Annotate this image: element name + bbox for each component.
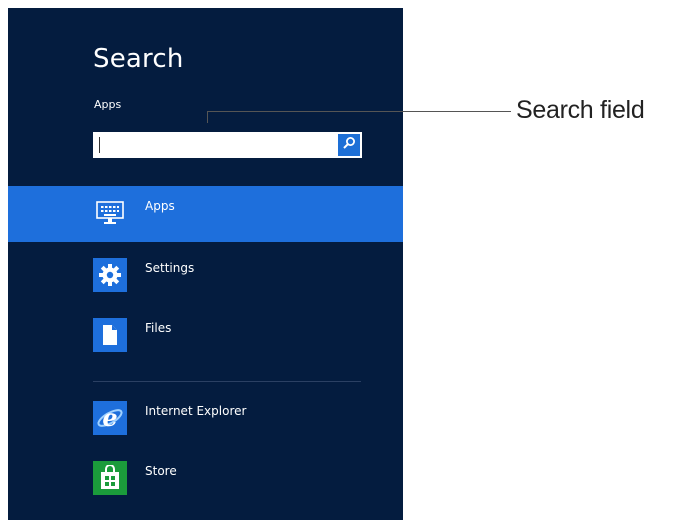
app-internet-explorer[interactable]: e Internet Explorer	[8, 391, 403, 447]
category-files-label: Files	[145, 321, 172, 335]
svg-text:e: e	[102, 403, 117, 432]
search-scope-label: Apps	[94, 98, 122, 111]
text-caret	[99, 137, 100, 153]
divider	[93, 381, 361, 382]
category-apps[interactable]: Apps	[8, 186, 403, 242]
callout-tick	[207, 111, 208, 123]
search-input[interactable]	[93, 132, 362, 158]
callout-label: Search field	[516, 96, 645, 124]
callout-line	[207, 111, 511, 112]
app-store-label: Store	[145, 464, 177, 478]
pane-title: Search	[93, 44, 184, 74]
gear-icon	[93, 258, 127, 292]
search-icon	[342, 136, 356, 155]
search-charm-pane: Search Apps Apps Settings Files e Intern…	[8, 8, 403, 520]
category-apps-label: Apps	[145, 199, 175, 213]
app-store[interactable]: Store	[8, 451, 403, 507]
store-icon	[93, 461, 127, 495]
app-internet-explorer-label: Internet Explorer	[145, 404, 247, 418]
internet-explorer-icon: e	[93, 401, 127, 435]
search-button[interactable]	[338, 134, 360, 156]
category-settings[interactable]: Settings	[8, 248, 403, 304]
category-files[interactable]: Files	[8, 308, 403, 364]
file-icon	[93, 318, 127, 352]
category-settings-label: Settings	[145, 261, 195, 275]
keyboard-icon	[93, 196, 127, 230]
